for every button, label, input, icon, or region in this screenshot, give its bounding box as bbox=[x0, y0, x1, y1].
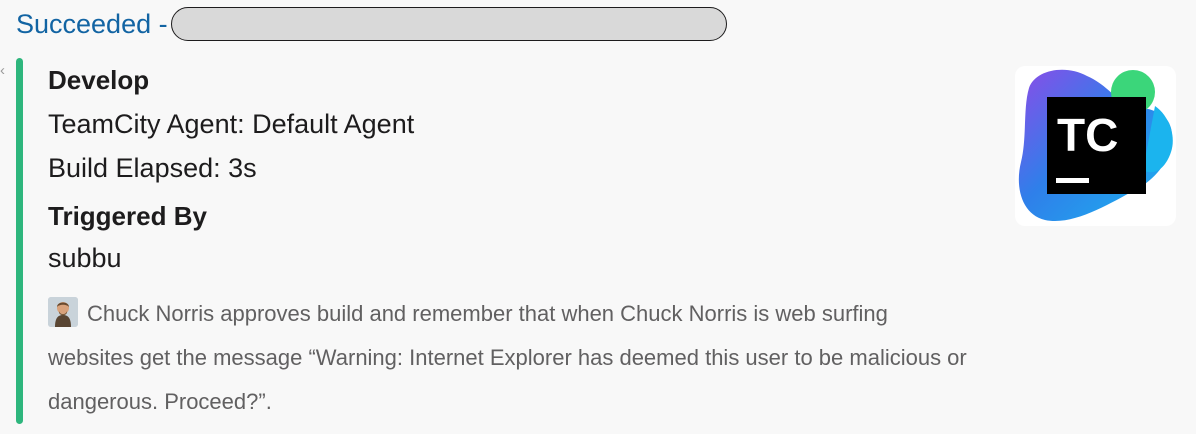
triggered-by-value: subbu bbox=[48, 243, 122, 273]
agent-line: TeamCity Agent: Default Agent bbox=[48, 109, 415, 139]
footer-text: Chuck Norris approves build and remember… bbox=[48, 301, 967, 414]
attachment-footer: Chuck Norris approves build and remember… bbox=[48, 292, 978, 424]
build-status-link[interactable]: Succeeded - bbox=[16, 9, 168, 40]
redacted-build-name bbox=[170, 7, 727, 41]
message-header: Succeeded - bbox=[16, 4, 727, 44]
triggered-by-title: Triggered By bbox=[48, 201, 207, 231]
collapse-attachment-icon[interactable]: ‹ bbox=[0, 62, 5, 79]
attachment-body: Develop TeamCity Agent: Default Agent Bu… bbox=[48, 60, 988, 424]
teamcity-logo-text: TC bbox=[1057, 109, 1118, 161]
branch-title: Develop bbox=[48, 65, 150, 95]
teamcity-logo-icon: TC bbox=[1015, 66, 1176, 226]
elapsed-line: Build Elapsed: 3s bbox=[48, 153, 257, 183]
chuck-norris-avatar-icon bbox=[48, 297, 78, 327]
attachment-color-bar bbox=[16, 58, 23, 424]
